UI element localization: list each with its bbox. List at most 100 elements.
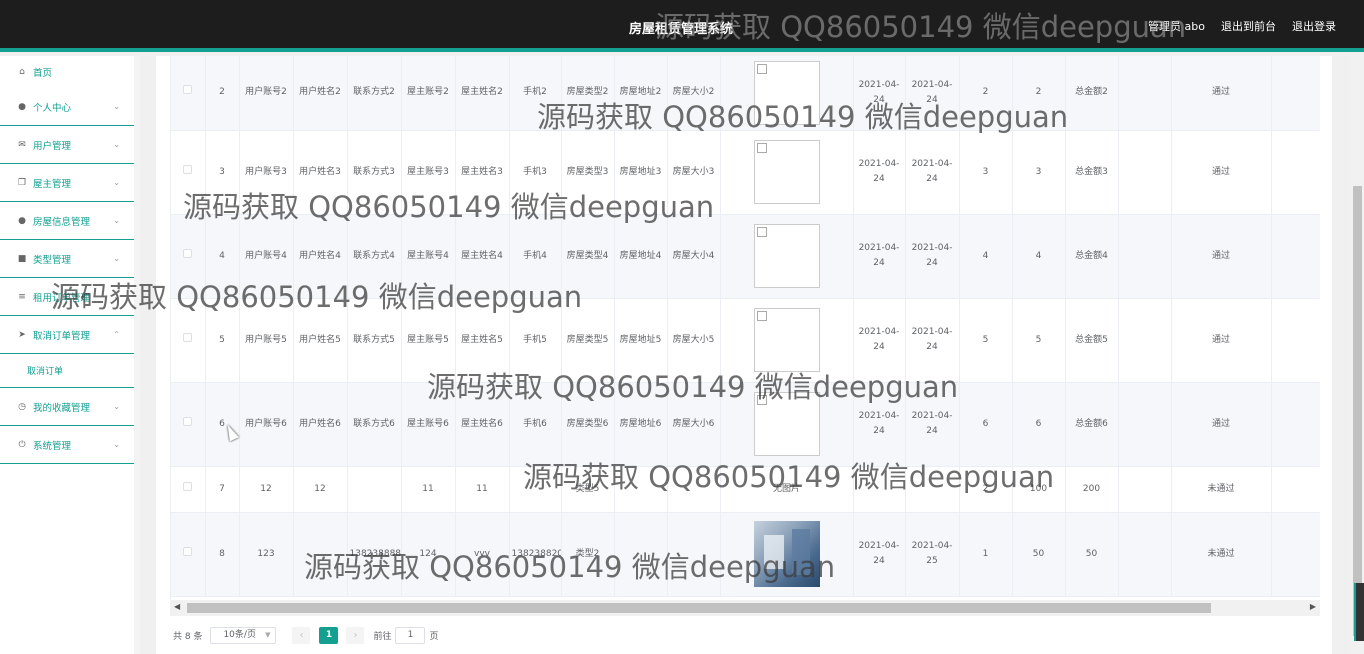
exit-to-front-link[interactable]: 退出到前台 [1221, 18, 1276, 34]
scrollbar-thumb[interactable] [187, 603, 1211, 613]
chevron-down-icon: ⌄ [113, 101, 120, 111]
table-cell: 房屋类型3 [561, 130, 615, 215]
table-cell: 用户账号4 [239, 214, 294, 299]
table-cell: 11 [401, 466, 456, 513]
next-page-button[interactable]: › [346, 626, 365, 644]
broken-image-icon [753, 308, 820, 372]
checkbox-cell[interactable] [171, 214, 206, 299]
user-icon: ● [18, 215, 26, 226]
checkbox-cell[interactable] [171, 298, 206, 383]
row-checkbox[interactable] [183, 85, 193, 95]
table-row[interactable]: 4 用户账号4 用户姓名4 联系方式4 屋主账号4 屋主姓名4 手机4 房屋类型4 房屋地址4 房… [171, 214, 1320, 299]
sidebar-item-favorites[interactable]: ◷ 我的收藏管理 ⌄ [0, 388, 134, 426]
blank-cell [1118, 56, 1172, 131]
table-cell: 屋主账号4 [401, 214, 456, 299]
table-cell: 2021-04-24 [853, 130, 906, 215]
row-checkbox[interactable] [183, 332, 193, 342]
sidebar-item-user-management[interactable]: ✉ 用户管理 ⌄ [0, 126, 134, 164]
sidebar-item-personal-center[interactable]: ● 个人中心 ⌄ [0, 88, 134, 126]
chevron-down-icon: ▼ [265, 630, 271, 639]
chevron-up-icon: ⌃ [113, 329, 120, 339]
table-row[interactable]: 8123 13823888888124vvv13823882032类型2 2021-… [171, 512, 1320, 597]
table-cell: 2021-04-24 [905, 298, 960, 383]
table-row[interactable]: 5 用户账号5 用户姓名5 联系方式5 屋主账号5 屋主姓名5 手机5 房屋类型5 房屋地址5 房… [171, 298, 1320, 383]
image-cell [720, 130, 854, 215]
table-row[interactable]: 2 用户账号2 用户姓名2 联系方式2 屋主账号2 屋主姓名2 手机2 房屋类型2 房屋地址2 房… [171, 56, 1320, 131]
table-cell: 手机6 [509, 382, 562, 467]
horizontal-scrollbar[interactable]: ◀ ▶ [170, 600, 1320, 616]
sidebar-item-system[interactable]: ⏻ 系统管理 ⌄ [0, 426, 134, 464]
table-cell: 总金额2 [1065, 56, 1119, 131]
table-cell: 房屋类型2 [561, 56, 615, 131]
broken-image-icon [753, 60, 820, 125]
page-size-select[interactable]: 10条/页 ▼ [210, 626, 277, 644]
page-vertical-scrollbar[interactable] [1351, 56, 1364, 654]
page-size-value: 10条/页 [223, 629, 256, 640]
checkbox-cell[interactable] [171, 130, 206, 215]
send-icon: ➤ [18, 329, 26, 340]
page-suffix: 页 [429, 631, 439, 642]
submenu-cancel-order[interactable]: 取消订单 [0, 354, 134, 388]
status-cell: 未通过 [1171, 466, 1272, 513]
table-cell: 屋主姓名2 [455, 56, 510, 131]
id-cell: 5 [205, 298, 240, 383]
status-cell: 通过 [1171, 214, 1272, 299]
table-cell: 5 [959, 298, 1013, 383]
checkbox-cell[interactable] [171, 466, 206, 513]
home-icon: ⌂ [19, 67, 25, 77]
blank-cell [1271, 466, 1320, 513]
sidebar-item-label: 系统管理 [33, 440, 72, 452]
scroll-right-icon[interactable]: ▶ [1310, 602, 1316, 611]
row-checkbox[interactable] [183, 546, 193, 556]
mail-icon: ✉ [18, 139, 26, 150]
row-checkbox[interactable] [183, 481, 193, 491]
table-row[interactable]: 3 用户账号3 用户姓名3 联系方式3 屋主账号3 屋主姓名3 手机3 房屋类型3 房屋地址3 房… [171, 130, 1320, 215]
top-bar: 房屋租赁管理系统 管理员 abo 退出到前台 退出登录 [0, 0, 1364, 52]
prev-page-button[interactable]: ‹ [292, 626, 311, 644]
checkbox-cell[interactable] [171, 382, 206, 467]
status-cell: 通过 [1171, 56, 1272, 131]
table-cell: 手机2 [509, 56, 562, 131]
page-number-current[interactable]: 1 [319, 626, 339, 644]
row-checkbox[interactable] [183, 416, 193, 426]
table-row[interactable]: 6 用户账号6 用户姓名6 联系方式6 屋主账号6 屋主姓名6 手机6 房屋类型6 房屋地址6 房… [171, 382, 1320, 467]
blank-cell [1271, 298, 1320, 383]
row-checkbox[interactable] [183, 164, 193, 174]
checkbox-cell[interactable] [171, 512, 206, 597]
sidebar-item-label: 我的收藏管理 [33, 402, 91, 414]
sidebar-item-home[interactable]: ⌂ 首页 [0, 56, 134, 88]
scrollbar-thumb[interactable] [1353, 186, 1362, 636]
sidebar-item-house-info[interactable]: ● 房屋信息管理 ⌄ [0, 202, 134, 240]
sidebar-item-type-management[interactable]: ■ 类型管理 ⌄ [0, 240, 134, 278]
table-cell [905, 466, 960, 513]
blank-cell [1271, 214, 1320, 299]
image-cell [720, 298, 854, 383]
table-cell: 6 [1012, 382, 1066, 467]
image-cell [720, 512, 854, 597]
table-cell [293, 512, 348, 597]
status-cell: 通过 [1171, 298, 1272, 383]
sidebar-item-owner-management[interactable]: ❐ 屋主管理 ⌄ [0, 164, 134, 202]
goto-page-input[interactable]: 1 [395, 626, 426, 644]
row-checkbox[interactable] [183, 248, 193, 258]
sidebar-item-cancel-orders[interactable]: ➤ 取消订单管理 ⌃ [0, 316, 134, 354]
scroll-left-icon[interactable]: ◀ [174, 602, 180, 611]
checkbox-cell[interactable] [171, 56, 206, 131]
chevron-down-icon: ⌄ [113, 253, 120, 263]
table-cell: 2021-04-24 [905, 56, 960, 131]
briefcase-icon: ■ [17, 253, 27, 264]
table-cell: 2021-04-24 [905, 214, 960, 299]
status-cell: 未通过 [1171, 512, 1272, 597]
table-cell: vvv [455, 512, 510, 597]
sidebar-item-label: 取消订单管理 [33, 330, 91, 342]
sidebar-item-rental-orders[interactable]: ≡ 租用订单管理 ⌄ [0, 278, 134, 316]
table-cell [347, 466, 402, 513]
logout-link[interactable]: 退出登录 [1292, 18, 1336, 34]
table-cell: 总金额3 [1065, 130, 1119, 215]
table-row[interactable]: 712121111类型5无图片2100200未通过▤ [171, 466, 1320, 513]
table-cell [667, 512, 721, 597]
admin-user-label[interactable]: 管理员 abo [1148, 18, 1205, 34]
table-cell: 总金额4 [1065, 214, 1119, 299]
table-cell: 1 [959, 512, 1013, 597]
table-cell: 类型2 [561, 512, 615, 597]
